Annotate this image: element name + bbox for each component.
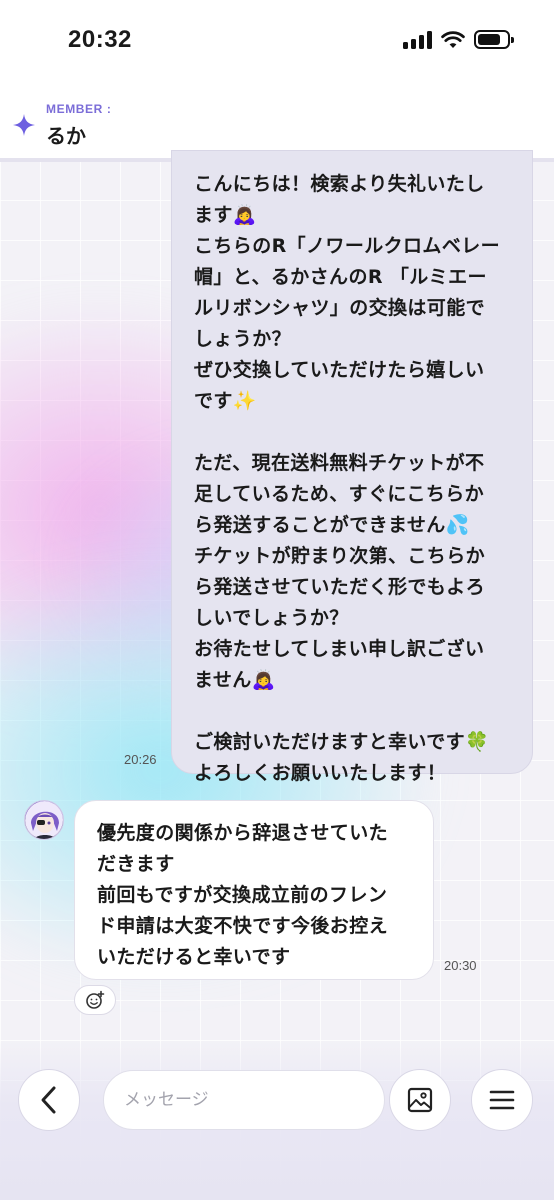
menu-button[interactable] <box>471 1069 533 1131</box>
message-line: チケットが貯まり次第、こちらか <box>194 545 486 567</box>
message-line: です✨ <box>194 390 257 412</box>
message-line: こんにちは！検索より失礼いたし <box>194 173 485 195</box>
message-line: こちらのR「ノワールクロムベレー <box>194 235 501 257</box>
message-line: いただけると幸いです <box>97 946 291 968</box>
message-line: ただ、現在送料無料チケットが不 <box>194 452 485 474</box>
image-icon <box>407 1087 433 1113</box>
status-time: 20:32 <box>68 26 132 53</box>
message-line: 優先度の関係から辞退させていた <box>97 822 389 844</box>
message-line: よろしくお願いいたします！ <box>194 762 447 784</box>
message-line: お待たせしてしまい申し訳ござい <box>194 638 485 660</box>
message-line: 足しているため、すぐにこちらか <box>194 483 485 505</box>
hamburger-menu-icon <box>489 1090 515 1110</box>
sent-message-bubble: こんにちは！検索より失礼いたし ます🙇‍♀️ こちらのR「ノワールクロムベレー … <box>171 150 533 784</box>
wifi-icon <box>441 30 465 48</box>
cellular-signal-icon <box>403 30 432 49</box>
member-label: MEMBER : <box>46 102 112 116</box>
received-message-bubble: 優先度の関係から辞退させていた だきます 前回もですが交換成立前のフレン ド申請… <box>74 800 434 980</box>
message-line: しょうか？ <box>194 328 292 350</box>
message-line: 前回もですが交換成立前のフレン <box>97 884 388 906</box>
chevron-left-icon <box>41 1086 56 1114</box>
message-line: ご検討いただけますと幸いです🍀 <box>194 731 490 753</box>
message-line: ド申請は大変不快です今後お控え <box>97 915 389 937</box>
sparkle-icon <box>13 114 35 136</box>
status-bar: 20:32 <box>0 0 554 80</box>
message-line: ぜひ交換していただけたら嬉しい <box>194 359 485 381</box>
battery-icon <box>474 30 514 49</box>
add-reaction-icon <box>86 990 105 1009</box>
message-line: だきます <box>97 853 175 875</box>
message-line <box>194 417 518 448</box>
message-line: ます🙇‍♀️ <box>194 204 257 226</box>
message-line: ルリボンシャツ」の交換は可能で <box>194 297 486 319</box>
member-name: るか <box>46 124 86 148</box>
message-line: ら発送することができません💦 <box>194 514 470 536</box>
message-line <box>194 696 518 727</box>
message-input[interactable] <box>103 1070 385 1130</box>
message-line: 帽」と、るかさんのR 「ルミエー <box>194 266 487 288</box>
image-attach-button[interactable] <box>389 1069 451 1131</box>
add-reaction-button[interactable] <box>74 985 116 1015</box>
message-line: ら発送させていただく形でもよろ <box>194 576 486 598</box>
avatar[interactable] <box>24 800 64 840</box>
back-button[interactable] <box>18 1069 80 1131</box>
sent-message-time: 20:26 <box>124 752 157 767</box>
message-line: しいでしょうか？ <box>194 607 349 629</box>
message-line: ません🙇‍♀️ <box>194 669 276 691</box>
received-message-time: 20:30 <box>444 958 477 973</box>
